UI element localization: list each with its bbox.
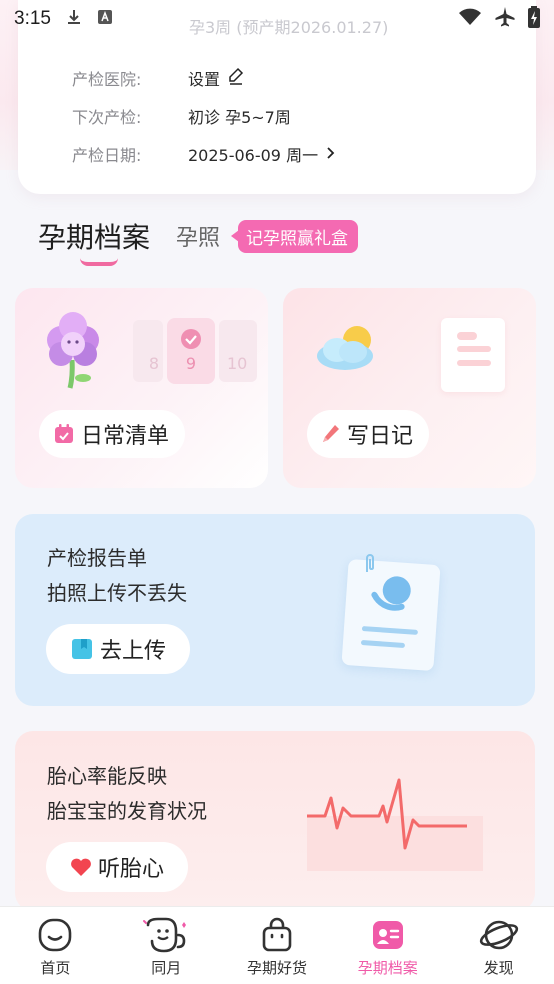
daily-list-card[interactable]: 8 9 10 日常清单 [15, 288, 268, 488]
checkup-report-card[interactable]: 产检报告单 拍照上传不丢失 去上传 [15, 514, 535, 706]
shopping-bag-icon [262, 917, 292, 952]
calendar-day-8: 8 [133, 320, 163, 382]
listen-heartbeat-label: 听胎心 [98, 857, 165, 882]
checkup-date-value: 2025-06-09 周一 [188, 146, 319, 165]
chevron-right-icon [326, 145, 336, 164]
daily-list-label: 日常清单 [81, 424, 170, 449]
nav-discover-label: 发现 [483, 959, 514, 977]
next-checkup-row: 下次产检: 初诊 孕5~7周 [72, 104, 291, 128]
weather-cloud-sun-icon [317, 326, 373, 370]
report-title: 产检报告单 [47, 546, 147, 570]
nav-pregnancy-goods[interactable]: 孕期好货 [222, 907, 333, 984]
paperclip-icon [366, 554, 374, 572]
note-paper-illustration [441, 318, 505, 392]
listen-heartbeat-button[interactable]: 听胎心 [46, 842, 189, 892]
next-checkup-label: 下次产检: [72, 108, 142, 127]
hospital-row[interactable]: 产检医院: 设置 [72, 66, 244, 90]
upload-label: 去上传 [100, 639, 167, 664]
profile-card-icon [372, 921, 403, 949]
nav-pregnancy-archive[interactable]: 孕期档案 [332, 907, 443, 984]
nav-pregnancy-goods-label: 孕期好货 [246, 959, 307, 977]
download-icon [65, 8, 83, 30]
same-month-icon [143, 917, 187, 953]
tab-pregnancy-archive-label: 孕期档案 [38, 221, 151, 254]
hospital-value: 设置 [188, 70, 221, 89]
flower-icon [47, 312, 99, 389]
upload-button[interactable]: 去上传 [46, 624, 191, 674]
heart-title: 胎心率能反映 [47, 764, 167, 788]
promo-badge[interactable]: 记孕照赢礼盒 [231, 219, 359, 253]
planet-icon [479, 920, 518, 950]
app-notification-icon [97, 9, 113, 29]
write-diary-button[interactable]: 写日记 [307, 410, 430, 458]
diary-card[interactable]: 写日记 [283, 288, 536, 488]
battery-charging-icon [528, 6, 540, 32]
home-face-icon [39, 918, 72, 952]
tab-bar: 孕期档案 孕照 记孕照赢礼盒 [38, 216, 359, 266]
active-tab-indicator [80, 258, 118, 266]
next-checkup-value: 初诊 孕5~7周 [188, 108, 291, 127]
pencil-icon [323, 425, 339, 442]
tab-pregnancy-photos[interactable]: 孕照 [176, 220, 220, 252]
nav-discover[interactable]: 发现 [443, 907, 554, 984]
fetal-heart-card[interactable]: 胎心率能反映 胎宝宝的发育状况 听胎心 [15, 731, 535, 911]
nav-home-label: 首页 [40, 959, 71, 977]
check-circle-icon [181, 329, 201, 349]
checkup-date-label: 产检日期: [72, 146, 142, 165]
status-bar: 3:15 [0, 0, 554, 38]
airplane-mode-icon [494, 6, 516, 32]
wifi-icon [458, 8, 482, 30]
heart-subtitle: 胎宝宝的发育状况 [47, 799, 207, 823]
upload-doc-icon [72, 639, 92, 659]
ultrasound-report-illustration [341, 558, 441, 672]
nav-same-month[interactable]: 同月 [111, 907, 222, 984]
calendar-check-icon [55, 424, 73, 443]
nav-same-month-label: 同月 [151, 959, 182, 977]
hospital-label: 产检医院: [72, 70, 142, 89]
nav-home[interactable]: 首页 [0, 907, 111, 984]
nav-pregnancy-archive-label: 孕期档案 [357, 959, 418, 977]
tab-pregnancy-archive[interactable]: 孕期档案 [38, 216, 151, 266]
daily-list-button[interactable]: 日常清单 [39, 410, 186, 458]
report-subtitle: 拍照上传不丢失 [47, 581, 187, 605]
checkup-date-row[interactable]: 产检日期: 2025-06-09 周一 [72, 142, 336, 166]
calendar-day-10: 10 [219, 320, 257, 382]
heart-icon [71, 858, 91, 876]
heartbeat-wave-illustration [307, 778, 483, 871]
status-time: 3:15 [14, 8, 51, 29]
bottom-navigation: 首页 同月 孕期好货 孕期档案 发现 [0, 906, 554, 984]
edit-pen-icon[interactable] [228, 67, 244, 89]
write-diary-label: 写日记 [347, 424, 414, 449]
